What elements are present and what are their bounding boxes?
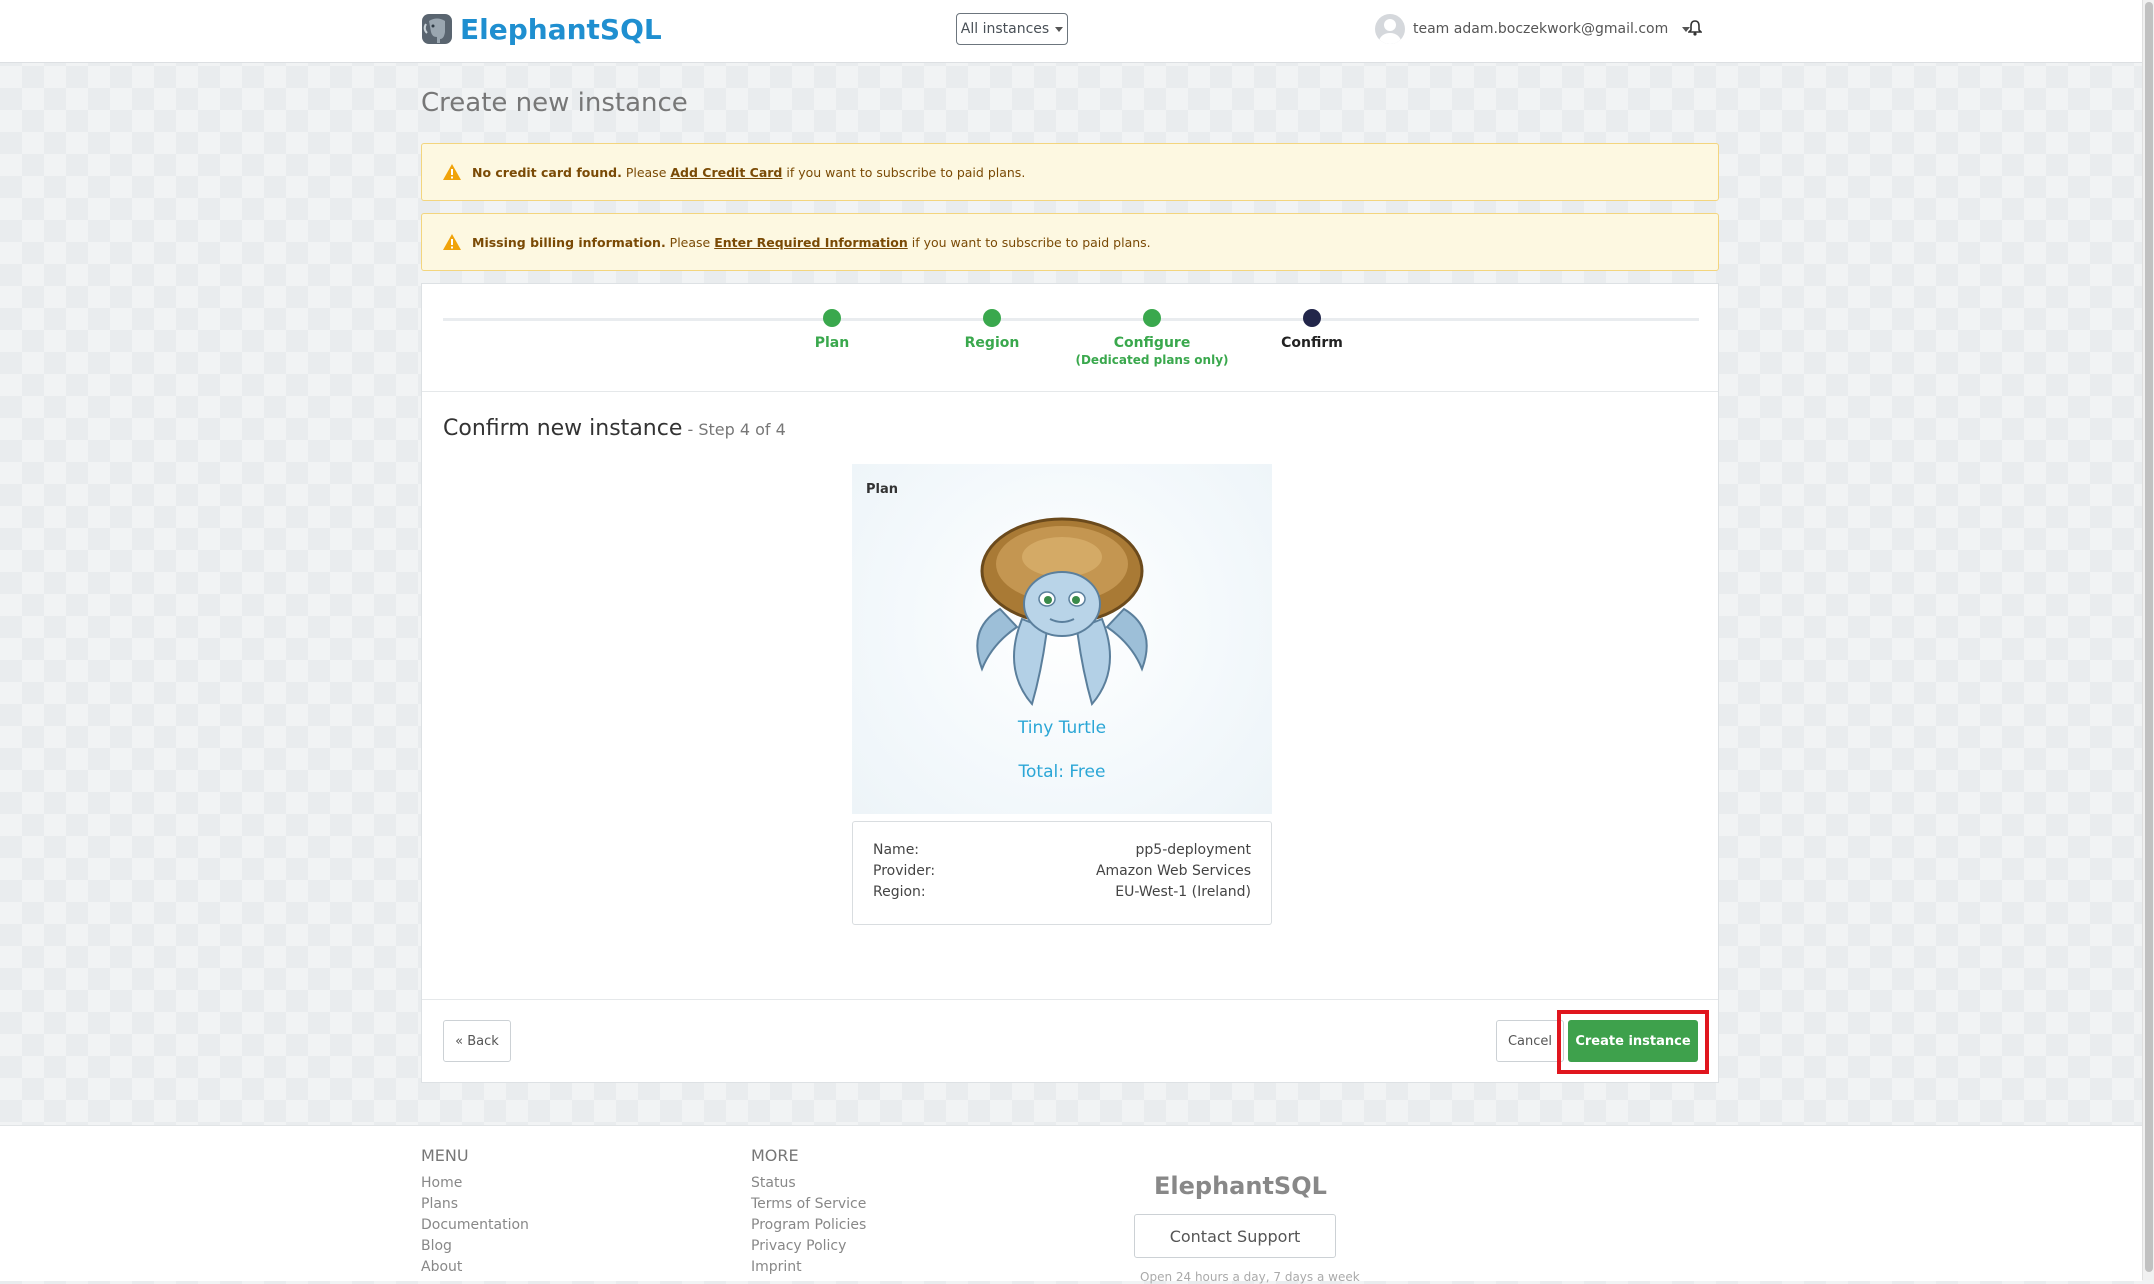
step-label: Plan [814,335,850,351]
footer-link-plans[interactable]: Plans [421,1194,529,1215]
add-credit-card-link[interactable]: Add Credit Card [670,165,782,180]
step-dot [823,309,841,327]
step-configure: Configure (Dedicated plans only) [1062,309,1242,367]
page-title: Create new instance [421,88,688,118]
detail-key: Region: [873,884,926,900]
detail-key: Name: [873,842,920,858]
back-button[interactable]: « Back [443,1020,511,1062]
contact-support-button[interactable]: Contact Support [1134,1214,1336,1258]
footer-link-about[interactable]: About [421,1257,529,1278]
user-menu[interactable]: team adam.boczekwork@gmail.com [1375,14,1691,44]
warning-icon [443,234,461,250]
alert-text: Please [665,234,715,250]
plan-summary: Plan Tiny Turtle Total: Free [852,464,1272,814]
footer-link-terms[interactable]: Terms of Service [751,1194,866,1215]
bell-icon[interactable] [1688,20,1702,36]
detail-row: Name: pp5-deployment [873,842,1251,863]
step-dot [1303,309,1321,327]
alert-text: Please [621,164,671,180]
detail-value: EU-West-1 (Ireland) [1115,884,1251,900]
footer-link-home[interactable]: Home [421,1173,529,1194]
detail-key: Provider: [873,863,936,879]
footer-link-blog[interactable]: Blog [421,1236,529,1257]
instance-details: Name: pp5-deployment Provider: Amazon We… [852,821,1272,925]
footer-link-documentation[interactable]: Documentation [421,1215,529,1236]
step-label: Configure [1113,335,1191,351]
plan-total: Total: Free [1018,762,1106,782]
detail-value: Amazon Web Services [1095,863,1251,879]
plan-label: Plan [866,482,899,497]
brand-name: ElephantSQL [460,12,662,46]
detail-row: Region: EU-West-1 (Ireland) [873,884,1251,905]
footer-heading: MORE [751,1146,799,1165]
footer-link-status[interactable]: Status [751,1173,866,1194]
support-hours: Open 24 hours a day, 7 days a week [1140,1270,1360,1284]
all-instances-label: All instances [960,21,1050,37]
page-scrollbar[interactable] [2142,0,2154,1280]
user-label: team adam.boczekwork@gmail.com [1413,21,1669,37]
step-counter: - Step 4 of 4 [682,420,786,439]
detail-row: Provider: Amazon Web Services [873,863,1251,884]
elephant-logo-icon [422,14,452,44]
alert-text: if you want to subscribe to paid plans. [782,164,1026,180]
create-instance-button[interactable]: Create instance [1568,1020,1698,1062]
footer-link-program-policies[interactable]: Program Policies [751,1215,866,1236]
detail-value: pp5-deployment [1135,842,1251,858]
plan-name: Tiny Turtle [1017,718,1107,738]
step-confirm: Confirm [1222,309,1402,351]
alert-title: No credit card found. [472,164,622,180]
warning-icon [443,164,461,180]
confirm-heading: Confirm new instance - Step 4 of 4 [443,416,786,441]
cancel-button[interactable]: Cancel [1496,1020,1564,1062]
confirm-title: Confirm new instance [443,416,683,441]
step-label: Region [964,335,1020,351]
footer-brand: ElephantSQL [1154,1172,1327,1200]
divider [422,391,1718,392]
avatar [1375,14,1405,44]
create-instance-card: Plan Region Configure (Dedicated plans o… [421,283,1719,1083]
enter-required-information-link[interactable]: Enter Required Information [714,235,908,250]
top-navbar: ElephantSQL All instances team adam.bocz… [0,0,2142,63]
turtle-image [976,517,1148,707]
step-dot [983,309,1001,327]
footer-heading: MENU [421,1146,469,1165]
scrollbar-thumb[interactable] [2145,2,2153,1272]
all-instances-dropdown[interactable]: All instances [956,13,1068,45]
footer-more: MORE Status Terms of Service Program Pol… [751,1146,866,1278]
chevron-down-icon [1055,26,1064,32]
footer-link-imprint[interactable]: Imprint [751,1257,866,1278]
alert-missing-billing: Missing billing information. Please Ente… [421,213,1719,271]
step-sublabel: (Dedicated plans only) [1075,353,1229,367]
site-footer: MENU Home Plans Documentation Blog About… [0,1125,2142,1284]
footer-link-privacy[interactable]: Privacy Policy [751,1236,866,1257]
step-plan: Plan [742,309,922,351]
divider [422,999,1718,1000]
step-label: Confirm [1281,335,1343,351]
footer-menu: MENU Home Plans Documentation Blog About [421,1146,529,1278]
brand-logo[interactable]: ElephantSQL [420,12,662,46]
alert-title: Missing billing information. [472,234,666,250]
step-dot [1143,309,1161,327]
alert-no-credit-card: No credit card found. Please Add Credit … [421,143,1719,201]
step-region: Region [902,309,1082,351]
alert-text: if you want to subscribe to paid plans. [907,234,1151,250]
